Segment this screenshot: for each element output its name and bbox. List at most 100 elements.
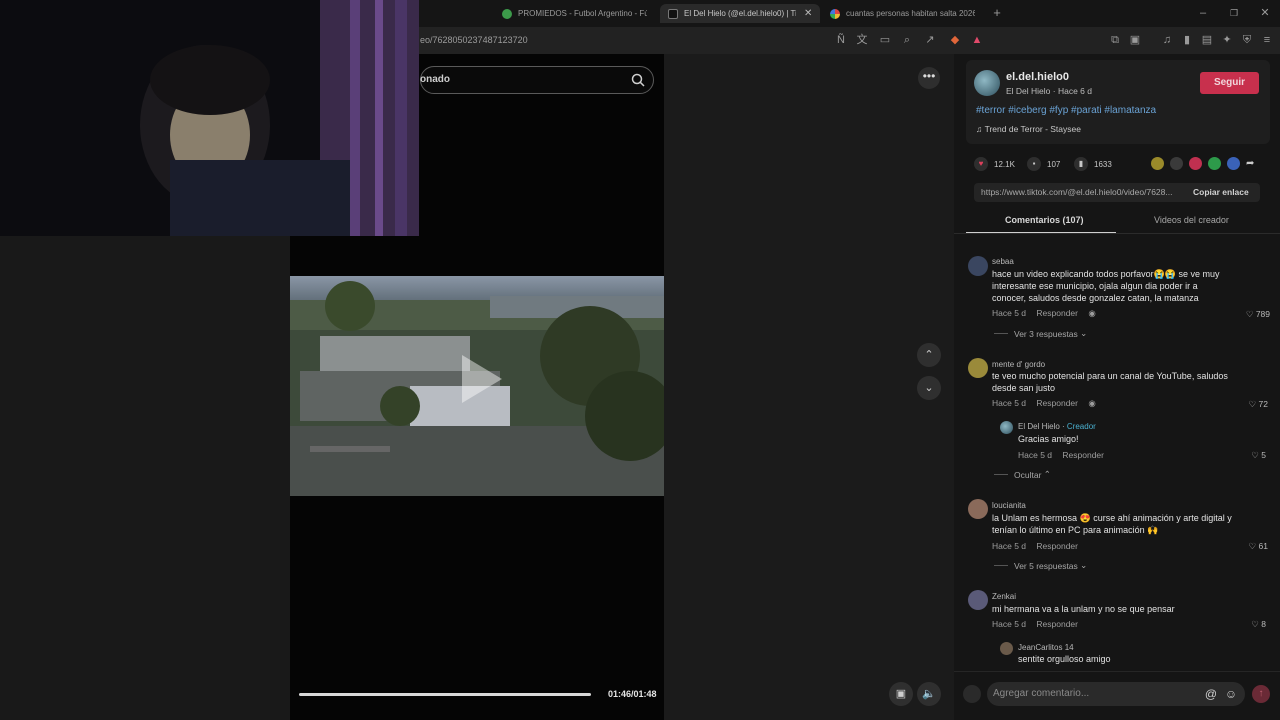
view-replies-button[interactable]: Ver 5 respuestas ⌄ <box>994 560 1087 571</box>
like-count: 72 <box>1258 399 1268 409</box>
like-button[interactable]: ♥ 12.1K <box>974 157 1015 171</box>
avatar[interactable] <box>968 256 988 276</box>
more-options-icon[interactable]: ••• <box>918 67 940 89</box>
comment-username[interactable]: mente d' gordo <box>992 360 1045 369</box>
heart-icon: ♥ <box>974 157 988 171</box>
close-tab-icon[interactable]: ✕ <box>804 8 812 19</box>
avatar[interactable] <box>1000 642 1013 655</box>
reply-button[interactable]: Responder <box>1062 450 1104 460</box>
copy-link-button[interactable]: Copiar enlace <box>1193 187 1249 197</box>
reply-button[interactable]: Responder <box>1036 619 1078 629</box>
reply-button[interactable]: Responder <box>1036 308 1078 318</box>
video-link[interactable]: https://www.tiktok.com/@el.del.hielo0/vi… <box>981 187 1181 197</box>
hashtags[interactable]: #terror #iceberg #fyp #parati #lamatanza <box>976 105 1156 116</box>
reply-button[interactable]: Responder <box>1036 398 1078 408</box>
tab-tiktok[interactable]: El Del Hielo (@el.del.hielo0) | Tik ✕ <box>660 4 820 23</box>
tab-google[interactable]: cuantas personas habitan salta 2026 <box>830 4 975 23</box>
share-arrow-icon[interactable]: ➦ <box>1246 157 1259 170</box>
music-icon[interactable]: ♫ <box>1160 33 1174 47</box>
embed-icon[interactable] <box>1170 157 1183 170</box>
facebook-icon[interactable] <box>1227 157 1240 170</box>
active-tab-indicator <box>966 232 1116 233</box>
hide-replies-button[interactable]: Ocultar ⌃ <box>994 469 1051 480</box>
minimize-icon[interactable]: – <box>1196 6 1210 20</box>
tab-promiedos[interactable]: PROMIEDOS - Futbol Argentino - Fút <box>502 4 647 23</box>
emoji-icon[interactable]: ☺ <box>1224 687 1238 701</box>
comment-username[interactable]: sebaa <box>992 257 1014 266</box>
wallet-icon[interactable]: ▤ <box>1200 33 1214 47</box>
comment-button[interactable]: ▪ 107 <box>1027 157 1060 171</box>
reply-username[interactable]: El Del Hielo · Creador <box>1018 422 1096 431</box>
reply-text: sentite orgulloso amigo <box>1018 654 1111 664</box>
reaction-icon[interactable]: ◉ <box>1088 308 1095 318</box>
bookmark-icon: ▮ <box>1074 157 1088 171</box>
tab-comments[interactable]: Comentarios (107) <box>1005 215 1084 225</box>
url-text[interactable]: eo/7628050237487123720 <box>420 35 528 45</box>
friends-share-icon[interactable] <box>1151 157 1164 170</box>
play-icon[interactable] <box>462 355 502 403</box>
avatar[interactable] <box>974 70 1000 96</box>
next-video-button[interactable]: ⌄ <box>917 376 941 400</box>
leo-icon[interactable]: ✦ <box>1220 33 1234 47</box>
volume-icon[interactable]: 🔈 <box>917 682 941 706</box>
creator-username[interactable]: el.del.hielo0 <box>1006 71 1069 83</box>
reply-button[interactable]: Responder <box>1036 541 1078 551</box>
avatar[interactable] <box>968 590 988 610</box>
vpn-icon[interactable]: ⛨ <box>1240 33 1254 47</box>
view-replies-button[interactable]: Ver 3 respuestas ⌄ <box>994 328 1087 339</box>
chevron-down-icon: ⌄ <box>1080 560 1088 570</box>
new-tab-icon[interactable]: + <box>990 6 1004 20</box>
rewards-icon[interactable]: ▲ <box>970 33 984 47</box>
avatar[interactable] <box>968 499 988 519</box>
comment-likes[interactable]: ♡ 72 <box>1228 399 1268 410</box>
like-count: 5 <box>1261 450 1266 460</box>
reply-username[interactable]: JeanCarlitos 14 <box>1018 643 1074 652</box>
previous-video-button[interactable]: ⌃ <box>917 343 941 367</box>
mention-icon[interactable]: @ <box>1204 687 1218 701</box>
heart-outline-icon: ♡ <box>1245 309 1254 319</box>
heart-outline-icon: ♡ <box>1251 450 1259 460</box>
extensions-icon[interactable]: ⧉ <box>1108 33 1122 47</box>
comment-likes[interactable]: ♡ 8 <box>1226 619 1266 630</box>
search-icon[interactable] <box>630 72 646 88</box>
reply-time: Hace 5 d <box>1018 450 1053 460</box>
avatar[interactable] <box>1000 421 1013 434</box>
whatsapp-icon[interactable] <box>1208 157 1221 170</box>
view-replies-label: Ver 3 respuestas <box>1014 328 1078 339</box>
tab-title: El Del Hielo (@el.del.hielo0) | Tik <box>684 9 796 18</box>
comment-text: mi hermana va a la unlam y no se que pen… <box>992 604 1175 614</box>
pip-icon[interactable]: ▣ <box>889 682 913 706</box>
menu-icon[interactable]: ≡ <box>1260 33 1274 47</box>
cast-icon[interactable]: ▭ <box>878 33 892 47</box>
sound-link[interactable]: ♫ Trend de Terror - Staysee <box>976 124 1081 134</box>
chevron-down-icon: ⌄ <box>1080 328 1088 338</box>
restore-icon[interactable]: ❐ <box>1227 6 1241 20</box>
reader-icon[interactable]: Ñ <box>834 33 848 47</box>
reply-likes[interactable]: ♡ 5 <box>1226 450 1266 461</box>
comment-text: la Unlam es hermosa 😍 curse ahí animació… <box>992 513 1232 535</box>
reaction-icon[interactable]: ◉ <box>1088 398 1095 408</box>
comment-username[interactable]: loucianita <box>992 501 1026 510</box>
comment-likes[interactable]: ♡ 789 <box>1230 309 1270 320</box>
divider <box>994 565 1008 566</box>
comment-likes[interactable]: ♡ 61 <box>1228 541 1268 552</box>
comment-meta: Hace 5 d Responder ◉ <box>992 308 1104 319</box>
avatar[interactable] <box>968 358 988 378</box>
search-input[interactable] <box>420 66 654 94</box>
shield-icon[interactable]: ◆ <box>948 33 962 47</box>
save-button[interactable]: ▮ 1633 <box>1074 157 1112 171</box>
chevron-up-icon: ⌃ <box>1043 469 1051 479</box>
translate-icon[interactable]: 文 <box>855 33 869 47</box>
share-page-icon[interactable]: ↗ <box>923 33 937 47</box>
zoom-icon[interactable]: ⌕ <box>900 33 914 47</box>
sidebar-toggle-icon[interactable]: ▮ <box>1180 33 1194 47</box>
tab-creator-videos[interactable]: Videos del creador <box>1154 215 1229 225</box>
like-count: 789 <box>1255 309 1270 319</box>
follow-button[interactable]: Seguir <box>1200 72 1259 94</box>
progress-bar[interactable] <box>299 693 591 696</box>
send-comment-button[interactable]: ↑ <box>1252 685 1270 703</box>
comment-username[interactable]: Zenkai <box>992 592 1016 601</box>
send-icon[interactable] <box>1189 157 1202 170</box>
close-window-icon[interactable]: ✕ <box>1258 6 1272 20</box>
screenshot-icon[interactable]: ▣ <box>1128 33 1142 47</box>
